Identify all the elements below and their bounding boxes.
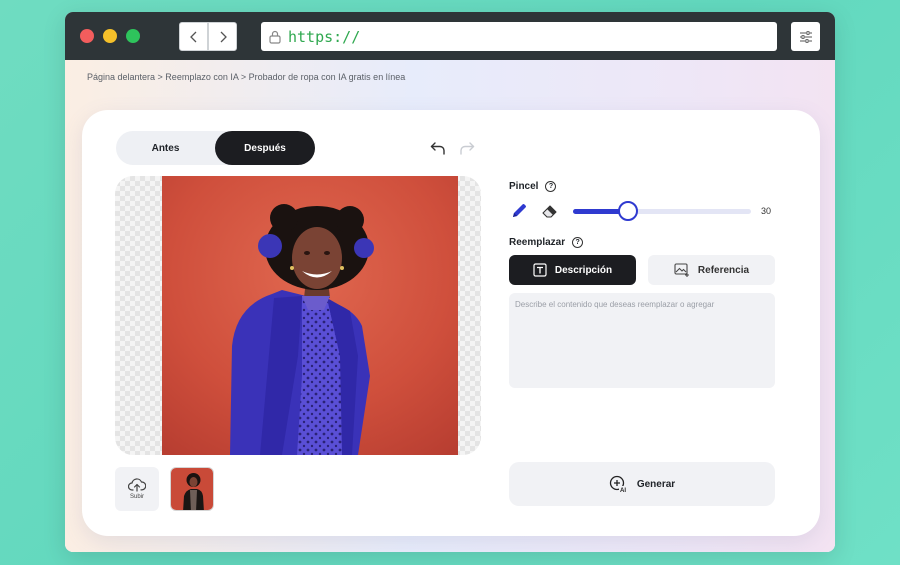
chevron-right-icon [220, 31, 227, 42]
toggle-before[interactable]: Antes [116, 131, 215, 165]
replace-help-icon[interactable]: ? [572, 237, 584, 248]
browser-settings-button[interactable] [791, 22, 820, 51]
brush-label: Pincel [509, 181, 539, 192]
upload-label: Subir [129, 494, 144, 500]
tab-description[interactable]: Descripción [509, 255, 636, 285]
cloud-upload-icon [128, 478, 146, 492]
tab-reference-label: Referencia [697, 264, 750, 276]
minimize-window-dot[interactable] [103, 29, 117, 43]
pencil-icon[interactable] [510, 202, 528, 220]
thumbnail-photo [171, 468, 213, 510]
brush-size-handle[interactable] [618, 201, 639, 221]
chevron-left-icon [189, 31, 196, 42]
image-canvas[interactable] [115, 176, 481, 455]
replace-section-label: Reemplazar ? [509, 237, 584, 248]
sliders-icon [799, 30, 812, 43]
close-window-dot[interactable] [80, 29, 94, 43]
eraser-icon[interactable] [541, 202, 559, 220]
brush-size-value: 30 [761, 206, 772, 216]
before-after-toggle[interactable]: Antes Después [116, 131, 315, 165]
brush-help-icon[interactable]: ? [545, 181, 557, 192]
generate-button[interactable]: AI Generar [509, 462, 775, 506]
forward-button[interactable] [208, 22, 237, 51]
breadcrumb[interactable]: Página delantera > Reemplazo con IA > Pr… [87, 72, 405, 82]
redo-icon[interactable] [459, 140, 475, 156]
tab-description-label: Descripción [554, 264, 613, 276]
url-text: https:// [288, 27, 361, 46]
brush-section-label: Pincel ? [509, 181, 557, 192]
generate-label: Generar [636, 478, 676, 490]
browser-window: https:// Página delantera > Reemplazo co… [65, 12, 835, 552]
toggle-after[interactable]: Después [215, 131, 315, 165]
browser-titlebar: https:// [65, 12, 835, 60]
editor-card: Antes Después Subir Pincel ? 30 Reemplaz… [82, 110, 820, 536]
ai-plus-icon: AI [609, 475, 627, 493]
image-add-icon [674, 263, 689, 277]
undo-icon[interactable] [430, 140, 446, 156]
description-input[interactable] [509, 293, 775, 388]
brush-size-slider[interactable] [573, 209, 751, 214]
image-thumbnail[interactable] [170, 467, 214, 511]
lock-icon [269, 30, 281, 44]
edited-photo[interactable] [162, 176, 458, 455]
text-box-icon [533, 263, 547, 277]
page-content: Página delantera > Reemplazo con IA > Pr… [65, 60, 835, 552]
upload-button[interactable]: Subir [115, 467, 159, 511]
replace-label: Reemplazar [509, 237, 566, 248]
maximize-window-dot[interactable] [126, 29, 140, 43]
svg-text:AI: AI [620, 488, 626, 493]
tab-reference[interactable]: Referencia [648, 255, 775, 285]
back-button[interactable] [179, 22, 208, 51]
address-bar[interactable]: https:// [261, 22, 777, 51]
